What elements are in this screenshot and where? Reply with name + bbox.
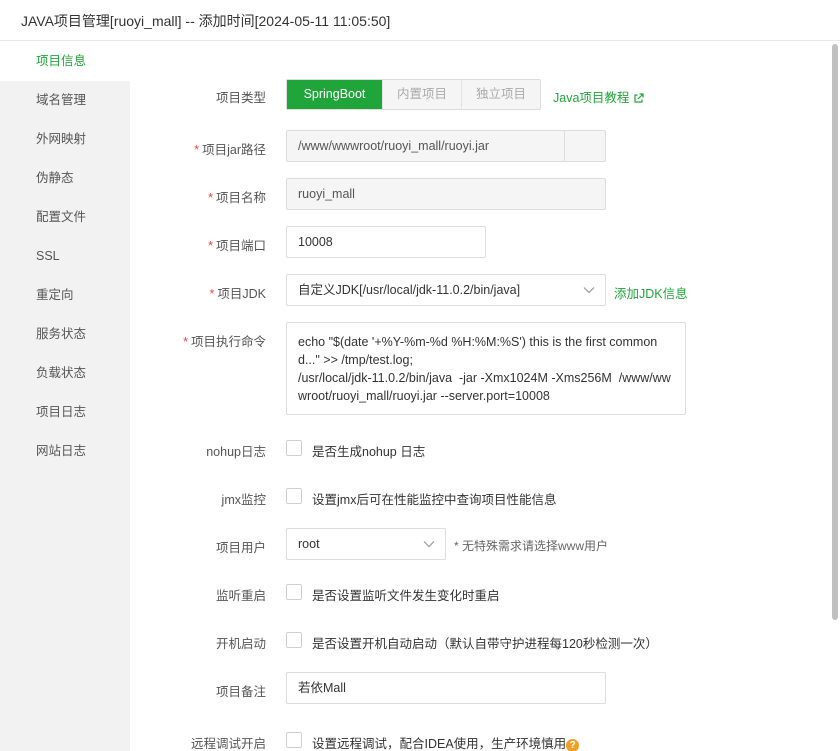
project-type-label: 项目类型 (215, 91, 266, 105)
sidebar-item-redirect[interactable]: 重定向 (0, 276, 130, 315)
project-user-select[interactable]: root (286, 528, 446, 560)
exec-command-textarea[interactable]: echo "$(date '+%Y-%m-%d %H:%M:%S') this … (286, 322, 686, 415)
java-tutorial-link[interactable]: Java项目教程 (553, 87, 645, 106)
project-jdk-select[interactable]: 自定义JDK[/usr/local/jdk-11.0.2/bin/java] (286, 274, 606, 306)
project-user-label: 项目用户 (215, 541, 266, 555)
boot-start-checkbox[interactable] (286, 632, 302, 648)
sidebar-item-service-status[interactable]: 服务状态 (0, 315, 130, 354)
dialog-titlebar: JAVA项目管理[ruoyi_mall] -- 添加时间[2024-05-11 … (0, 0, 840, 41)
project-type-segmented: SpringBoot 内置项目 独立项目 (286, 79, 541, 110)
project-jdk-label: * 项目JDK (209, 287, 267, 301)
project-name-input[interactable]: ruoyi_mall (286, 178, 606, 210)
project-note-label: 项目备注 (215, 685, 266, 699)
sidebar-item-domain-management[interactable]: 域名管理 (0, 81, 130, 120)
project-type-builtin[interactable]: 内置项目 (382, 80, 461, 109)
help-icon[interactable]: ? (566, 739, 580, 751)
sidebar-item-project-info[interactable]: 项目信息 (0, 42, 130, 81)
sidebar: 项目信息 域名管理 外网映射 伪静态 配置文件 SSL 重定向 服务状态 负载状… (0, 42, 130, 751)
sidebar-item-ssl[interactable]: SSL (0, 237, 130, 276)
project-type-springboot[interactable]: SpringBoot (287, 80, 382, 109)
watch-restart-text: 是否设置监听文件发生变化时重启 (312, 589, 500, 603)
chevron-down-icon (583, 287, 595, 294)
jar-path-value: /www/wwwroot/ruoyi_mall/ruoyi.jar (298, 139, 490, 153)
jmx-monitor-text: 设置jmx后可在性能监控中查询项目性能信息 (312, 493, 557, 507)
exec-command-label: * 项目执行命令 (183, 335, 266, 349)
jar-path-label: * 项目jar路径 (194, 143, 266, 157)
sidebar-item-load-status[interactable]: 负载状态 (0, 354, 130, 393)
exec-command-value: echo "$(date '+%Y-%m-%d %H:%M:%S') this … (298, 335, 671, 403)
project-port-input[interactable]: 10008 (286, 226, 486, 258)
project-user-hint: * 无特殊需求请选择www用户 (454, 539, 609, 553)
chevron-down-icon (423, 541, 435, 548)
sidebar-item-config-file[interactable]: 配置文件 (0, 198, 130, 237)
watch-restart-label: 监听重启 (215, 589, 266, 603)
remote-debug-label: 远程调试开启 (190, 737, 266, 751)
nohup-log-label: nohup日志 (206, 445, 266, 459)
dialog-title: JAVA项目管理[ruoyi_mall] -- 添加时间[2024-05-11 … (21, 13, 391, 29)
project-jdk-value: 自定义JDK[/usr/local/jdk-11.0.2/bin/java] (298, 283, 521, 297)
watch-restart-checkbox[interactable] (286, 584, 302, 600)
nohup-log-checkbox[interactable] (286, 440, 302, 456)
project-note-input[interactable]: 若依Mall (286, 672, 606, 704)
sidebar-item-pseudo-static[interactable]: 伪静态 (0, 159, 130, 198)
remote-debug-checkbox[interactable] (286, 732, 302, 748)
jar-path-input[interactable]: /www/wwwroot/ruoyi_mall/ruoyi.jar (286, 130, 606, 162)
project-port-label: * 项目端口 (208, 239, 266, 253)
sidebar-item-site-log[interactable]: 网站日志 (0, 432, 130, 471)
external-link-icon (634, 93, 645, 103)
java-tutorial-link-text: Java项目教程 (553, 91, 630, 105)
project-type-standalone[interactable]: 独立项目 (461, 80, 540, 109)
boot-start-text: 是否设置开机自动启动（默认自带守护进程每120秒检测一次） (312, 637, 658, 651)
sidebar-item-project-log[interactable]: 项目日志 (0, 393, 130, 432)
jmx-monitor-checkbox[interactable] (286, 488, 302, 504)
add-jdk-link[interactable]: 添加JDK信息 (614, 283, 688, 302)
boot-start-label: 开机启动 (215, 637, 266, 651)
project-user-value: root (298, 537, 320, 551)
nohup-log-text: 是否生成nohup 日志 (312, 445, 426, 459)
remote-debug-text-label: 设置远程调试，配合IDEA使用，生产环境慎用 (312, 737, 567, 751)
jmx-monitor-label: jmx监控 (221, 493, 266, 507)
remote-debug-text: 设置远程调试，配合IDEA使用，生产环境慎用? (312, 733, 580, 751)
scrollbar-thumb[interactable] (832, 44, 838, 620)
sidebar-item-external-mapping[interactable]: 外网映射 (0, 120, 130, 159)
project-name-label: * 项目名称 (208, 191, 266, 205)
jar-path-browse-button[interactable] (564, 131, 605, 161)
